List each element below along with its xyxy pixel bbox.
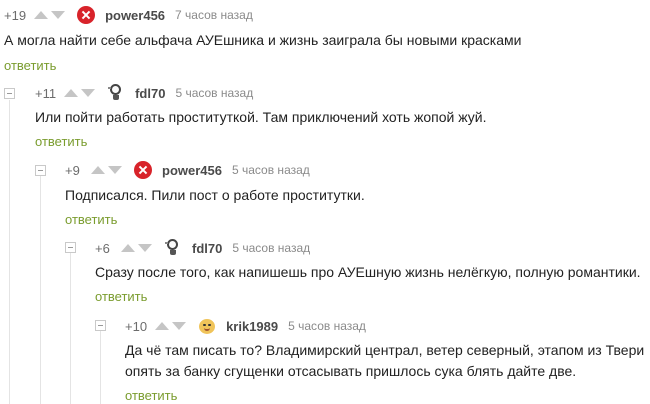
thread-line xyxy=(9,100,10,404)
comment-time[interactable]: 5 часов назад xyxy=(232,241,310,255)
comment-rating: +9 xyxy=(65,162,80,178)
comment-text-line: Или пойти работать проституткой. Там при… xyxy=(35,109,487,125)
thread-line xyxy=(70,253,71,404)
comment-thread: +19 power456 7 часов назад А могла найти… xyxy=(0,0,650,404)
reply-link[interactable]: ответить xyxy=(125,388,177,403)
comment-text-line: Сразу после того, как напишешь про АУЕшн… xyxy=(95,264,641,280)
comment-header: +10 krik1989 5 часов назад xyxy=(125,316,366,336)
comment-text: Или пойти работать проституткой. Там при… xyxy=(35,107,486,128)
comment-text-line: опять за банку сгущенки отсасывать пришл… xyxy=(125,363,577,379)
lightbulb-icon[interactable] xyxy=(107,84,125,102)
comment-text-line: Да чё там писать то? Владимирский центра… xyxy=(125,342,645,358)
upvote-icon[interactable] xyxy=(34,11,49,19)
reply-link[interactable]: ответить xyxy=(95,289,147,304)
downvote-icon[interactable] xyxy=(51,11,66,19)
comment-header: +19 power456 7 часов назад xyxy=(4,5,253,25)
collapse-toggle[interactable] xyxy=(95,320,106,331)
comment-rating: +6 xyxy=(95,240,110,256)
comment-text: Сразу после того, как напишешь про АУЕшн… xyxy=(95,262,641,283)
comment-text: Да чё там писать то? Владимирский центра… xyxy=(125,340,644,382)
reply-link[interactable]: ответить xyxy=(4,58,56,73)
ban-icon[interactable] xyxy=(134,161,152,179)
reply-link[interactable]: ответить xyxy=(35,134,87,149)
upvote-icon[interactable] xyxy=(91,166,105,174)
comment-author[interactable]: fdl70 xyxy=(135,86,165,101)
comment-rating: +19 xyxy=(4,7,27,23)
downvote-icon[interactable] xyxy=(172,322,187,330)
comment-time[interactable]: 5 часов назад xyxy=(232,163,310,177)
collapse-toggle[interactable] xyxy=(4,88,15,99)
comment-time[interactable]: 7 часов назад xyxy=(175,8,253,22)
comment-header: +11 fdl70 5 часов назад xyxy=(35,83,253,103)
comment-rating: +11 xyxy=(35,85,57,101)
downvote-icon[interactable] xyxy=(138,244,152,252)
comment-text-line: Подписался. Пили пост о работе проститут… xyxy=(65,187,365,203)
comment-author[interactable]: power456 xyxy=(162,163,222,178)
collapse-toggle[interactable] xyxy=(65,242,76,253)
reply-link[interactable]: ответить xyxy=(65,212,117,227)
comment-author[interactable]: power456 xyxy=(105,8,165,23)
comment-text: А могла найти себе альфача АУЕшника и жи… xyxy=(4,30,521,51)
comment-header: +9 power456 5 часов назад xyxy=(65,160,310,180)
comment-text-line: А могла найти себе альфача АУЕшника и жи… xyxy=(4,32,522,48)
thread-line xyxy=(100,331,101,404)
thread-line xyxy=(40,176,41,404)
comment-rating: +10 xyxy=(125,318,148,334)
ban-icon[interactable] xyxy=(77,6,96,24)
downvote-icon[interactable] xyxy=(81,89,96,97)
upvote-icon[interactable] xyxy=(121,244,135,252)
upvote-icon[interactable] xyxy=(155,322,170,330)
comment-header: +6 fdl70 5 часов назад xyxy=(95,238,310,258)
comment-time[interactable]: 5 часов назад xyxy=(288,319,366,333)
comment-text: Подписался. Пили пост о работе проститут… xyxy=(65,185,365,206)
comment-time[interactable]: 5 часов назад xyxy=(175,86,253,100)
upvote-icon[interactable] xyxy=(64,89,79,97)
smiley-face-icon[interactable] xyxy=(198,317,216,335)
comment-author[interactable]: fdl70 xyxy=(192,241,222,256)
collapse-toggle[interactable] xyxy=(35,165,46,176)
downvote-icon[interactable] xyxy=(108,166,122,174)
lightbulb-icon[interactable] xyxy=(164,239,182,257)
comment-author[interactable]: krik1989 xyxy=(226,319,278,334)
